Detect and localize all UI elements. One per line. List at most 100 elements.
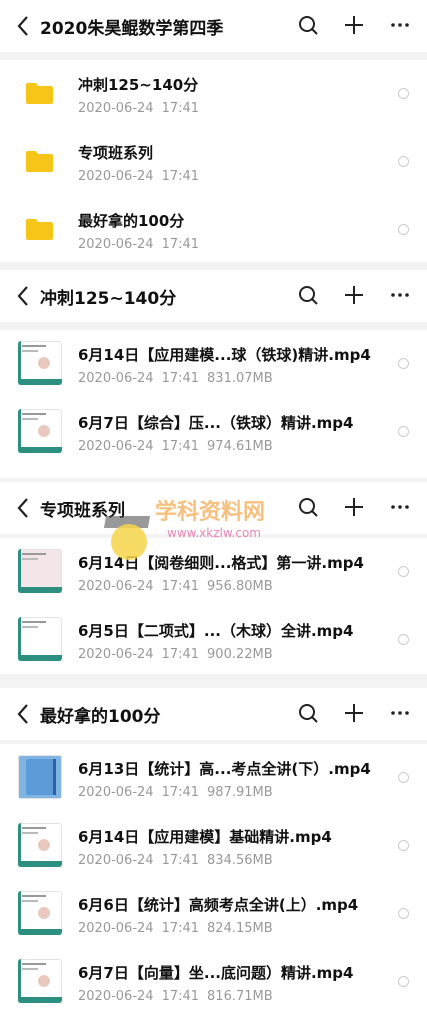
- plus-icon[interactable]: [341, 700, 367, 726]
- panel-folders: 2020朱昊鲲数学第四季 冲刺125~140分 2020-06-24 17:41 …: [0, 0, 427, 262]
- list-item[interactable]: 6月13日【统计】高...考点全讲(下）.mp4 2020-06-24 17:41…: [0, 744, 427, 812]
- more-icon[interactable]: [387, 282, 413, 308]
- item-time: 17:41: [161, 439, 200, 454]
- select-radio[interactable]: [398, 426, 409, 437]
- plus-icon[interactable]: [341, 282, 367, 308]
- item-size: 831.07MB: [207, 371, 273, 386]
- page-title: 冲刺125~140分: [40, 288, 177, 309]
- page-title: 最好拿的100分: [40, 706, 161, 727]
- item-name: 6月14日【阅卷细则...格式】第一讲.mp4: [78, 554, 364, 572]
- item-date: 2020-06-24: [78, 237, 154, 252]
- select-radio[interactable]: [398, 224, 409, 235]
- item-name: 6月7日【向量】坐...底问题）精讲.mp4: [78, 964, 354, 982]
- item-name: 6月14日【应用建模...球（铁球)精讲.mp4: [78, 346, 371, 364]
- video-thumbnail: [18, 409, 62, 453]
- list-item[interactable]: 6月7日【向量】坐...底问题）精讲.mp4 2020-06-24 17:41 81…: [0, 948, 427, 1016]
- item-date: 2020-06-24: [78, 101, 154, 116]
- list-item[interactable]: 6月14日【应用建模】基础精讲.mp4 2020-06-24 17:41 834.5…: [0, 812, 427, 880]
- item-size: 900.22MB: [207, 647, 273, 662]
- video-thumbnail: [18, 959, 62, 1003]
- header: 2020朱昊鲲数学第四季: [0, 0, 427, 52]
- list-item[interactable]: 6月6日【统计】高频考点全讲(上）.mp4 2020-06-24 17:41 824…: [0, 880, 427, 948]
- list-item[interactable]: 6月5日【二项式】...（木球）全讲.mp4 2020-06-24 17:41 90…: [0, 606, 427, 674]
- item-date: 2020-06-24: [78, 853, 154, 868]
- item-size: 987.91MB: [207, 785, 273, 800]
- item-name: 最好拿的100分: [78, 212, 185, 230]
- page-title: 专项班系列: [40, 500, 125, 521]
- video-thumbnail: [18, 891, 62, 935]
- item-date: 2020-06-24: [78, 647, 154, 662]
- plus-icon[interactable]: [341, 494, 367, 520]
- list-item[interactable]: 6月14日【应用建模...球（铁球)精讲.mp4 2020-06-24 17:41…: [0, 330, 427, 398]
- video-thumbnail: [18, 617, 62, 661]
- select-radio[interactable]: [398, 156, 409, 167]
- item-name: 6月14日【应用建模】基础精讲.mp4: [78, 828, 332, 846]
- header: 冲刺125~140分: [0, 270, 427, 322]
- header: 最好拿的100分: [0, 688, 427, 740]
- select-radio[interactable]: [398, 976, 409, 987]
- video-thumbnail: [18, 549, 62, 593]
- chevron-left-icon[interactable]: [14, 496, 34, 520]
- plus-icon[interactable]: [341, 12, 367, 38]
- item-date: 2020-06-24: [78, 989, 154, 1004]
- item-time: 17:41: [161, 853, 200, 868]
- item-size: 834.56MB: [207, 853, 273, 868]
- item-size: 956.80MB: [207, 579, 273, 594]
- video-thumbnail: [18, 823, 62, 867]
- list-item[interactable]: 冲刺125~140分 2020-06-24 17:41: [0, 60, 427, 128]
- list-item[interactable]: 最好拿的100分 2020-06-24 17:41: [0, 196, 427, 262]
- page-title: 2020朱昊鲲数学第四季: [40, 18, 224, 39]
- item-size: 816.71MB: [207, 989, 273, 1004]
- folder-icon: [26, 219, 53, 240]
- search-icon[interactable]: [295, 700, 321, 726]
- item-date: 2020-06-24: [78, 439, 154, 454]
- item-time: 17:41: [161, 989, 200, 1004]
- more-icon[interactable]: [387, 700, 413, 726]
- item-name: 6月7日【综合】压...（铁球）精讲.mp4: [78, 414, 354, 432]
- more-icon[interactable]: [387, 12, 413, 38]
- select-radio[interactable]: [398, 840, 409, 851]
- select-radio[interactable]: [398, 88, 409, 99]
- panel-zuihaona: 最好拿的100分 6月13日【统计】高...考点全讲(下）.mp4 2020-0…: [0, 688, 427, 1024]
- chevron-left-icon[interactable]: [14, 284, 34, 308]
- list-item[interactable]: 专项班系列 2020-06-24 17:41: [0, 128, 427, 196]
- more-icon[interactable]: [387, 494, 413, 520]
- item-time: 17:41: [161, 371, 200, 386]
- item-date: 2020-06-24: [78, 785, 154, 800]
- list-item[interactable]: 6月14日【阅卷细则...格式】第一讲.mp4 2020-06-24 17:41 9…: [0, 538, 427, 606]
- select-radio[interactable]: [398, 908, 409, 919]
- item-name: 6月6日【统计】高频考点全讲(上）.mp4: [78, 896, 359, 914]
- item-time: 17:41: [161, 237, 200, 252]
- item-size: 824.15MB: [207, 921, 273, 936]
- item-time: 17:41: [161, 785, 200, 800]
- item-date: 2020-06-24: [78, 921, 154, 936]
- item-size: 974.61MB: [207, 439, 273, 454]
- select-radio[interactable]: [398, 634, 409, 645]
- item-date: 2020-06-24: [78, 579, 154, 594]
- select-radio[interactable]: [398, 358, 409, 369]
- search-icon[interactable]: [295, 12, 321, 38]
- search-icon[interactable]: [295, 494, 321, 520]
- folder-icon: [26, 83, 53, 104]
- item-name: 冲刺125~140分: [78, 76, 199, 94]
- panel-zhuanxiang: 专项班系列 6月14日【阅卷细则...格式】第一讲.mp4 2020-06-24…: [0, 482, 427, 674]
- item-name: 6月5日【二项式】...（木球）全讲.mp4: [78, 622, 354, 640]
- item-time: 17:41: [161, 101, 200, 116]
- item-time: 17:41: [161, 169, 200, 184]
- panel-chongci: 冲刺125~140分 6月14日【应用建模...球（铁球)精讲.mp4 2020…: [0, 270, 427, 478]
- item-name: 专项班系列: [78, 144, 154, 162]
- select-radio[interactable]: [398, 566, 409, 577]
- folder-icon: [26, 151, 53, 172]
- item-date: 2020-06-24: [78, 371, 154, 386]
- item-time: 17:41: [161, 921, 200, 936]
- list-item[interactable]: 6月7日【综合】压...（铁球）精讲.mp4 2020-06-24 17:41 97…: [0, 398, 427, 466]
- video-thumbnail: [18, 341, 62, 385]
- item-name: 6月13日【统计】高...考点全讲(下）.mp4: [78, 760, 371, 778]
- item-time: 17:41: [161, 579, 200, 594]
- item-date: 2020-06-24: [78, 169, 154, 184]
- search-icon[interactable]: [295, 282, 321, 308]
- chevron-left-icon[interactable]: [14, 14, 34, 38]
- chevron-left-icon[interactable]: [14, 702, 34, 726]
- video-thumbnail: [18, 755, 62, 799]
- select-radio[interactable]: [398, 772, 409, 783]
